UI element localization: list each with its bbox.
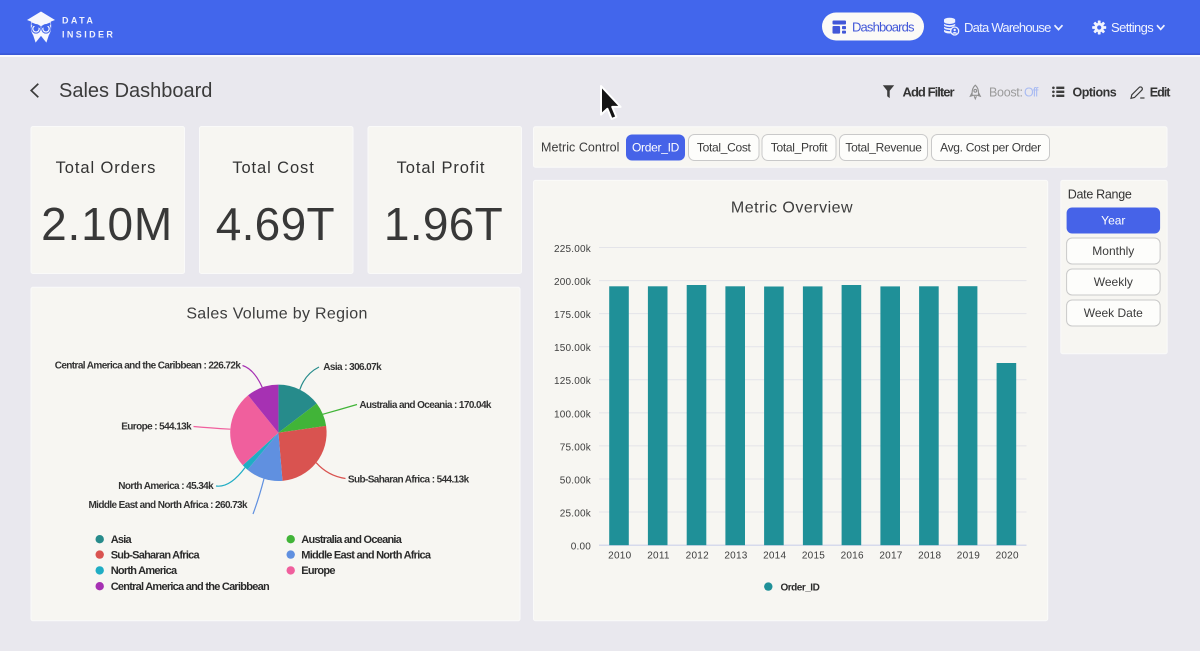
svg-text:INSIDER: INSIDER: [62, 30, 115, 40]
svg-text:Total_Revenue: Total_Revenue: [845, 141, 922, 155]
svg-text:175.00k: 175.00k: [554, 310, 592, 321]
svg-text:Off: Off: [1024, 86, 1039, 100]
svg-text:2019: 2019: [957, 551, 980, 562]
svg-text:2014: 2014: [763, 551, 786, 562]
svg-text:25.00k: 25.00k: [560, 508, 592, 519]
svg-text:Total_Cost: Total_Cost: [697, 141, 752, 155]
svg-text:Sub-Saharan Africa: Sub-Saharan Africa: [111, 549, 201, 561]
svg-text:Order_ID: Order_ID: [781, 582, 820, 593]
svg-text:Asia: Asia: [111, 534, 133, 546]
svg-text:0.00: 0.00: [571, 542, 592, 553]
svg-text:2018: 2018: [918, 551, 941, 562]
svg-text:Central America and the Caribb: Central America and the Caribbean: [111, 581, 270, 593]
svg-text:Asia : 306.07k: Asia : 306.07k: [323, 362, 382, 373]
svg-text:Edit: Edit: [1150, 86, 1171, 100]
svg-text:Total_Profit: Total_Profit: [771, 141, 828, 155]
svg-text:Settings: Settings: [1111, 20, 1154, 35]
svg-text:Europe : 544.13k: Europe : 544.13k: [121, 422, 192, 433]
svg-text:Middle East and North Africa :: Middle East and North Africa : 260.73k: [88, 500, 248, 511]
svg-text:1.96T: 1.96T: [384, 198, 503, 250]
svg-text:Monthly: Monthly: [1092, 244, 1134, 258]
svg-text:150.00k: 150.00k: [554, 343, 592, 354]
svg-text:North America : 45.34k: North America : 45.34k: [118, 481, 214, 492]
svg-text:100.00k: 100.00k: [554, 409, 592, 420]
svg-text:Avg. Cost per Order: Avg. Cost per Order: [940, 141, 1041, 155]
svg-text:Sub-Saharan Africa : 544.13k: Sub-Saharan Africa : 544.13k: [348, 475, 470, 486]
svg-text:Year: Year: [1101, 214, 1125, 228]
svg-text:2013: 2013: [724, 551, 747, 562]
svg-text:75.00k: 75.00k: [560, 442, 592, 453]
svg-text:2.10M: 2.10M: [41, 198, 173, 250]
svg-text:Order_ID: Order_ID: [632, 141, 680, 155]
svg-text:Boost:: Boost:: [989, 86, 1023, 100]
svg-text:Sales Dashboard: Sales Dashboard: [59, 80, 212, 102]
svg-text:Europe: Europe: [301, 565, 335, 577]
svg-text:200.00k: 200.00k: [554, 277, 592, 288]
svg-text:Metric Overview: Metric Overview: [731, 200, 853, 217]
svg-text:2011: 2011: [647, 551, 670, 562]
svg-text:Sales Volume by Region: Sales Volume by Region: [186, 306, 367, 323]
svg-text:Total Orders: Total Orders: [56, 159, 157, 177]
svg-text:DATA: DATA: [62, 16, 95, 26]
svg-text:Date Range: Date Range: [1068, 188, 1132, 202]
svg-text:Central America and the Caribb: Central America and the Caribbean : 226.…: [55, 361, 242, 372]
svg-text:Middle East and North Africa: Middle East and North Africa: [301, 549, 432, 561]
svg-text:2012: 2012: [686, 551, 709, 562]
svg-text:Options: Options: [1073, 86, 1117, 100]
svg-text:Dashboards: Dashboards: [852, 20, 915, 35]
svg-text:125.00k: 125.00k: [554, 376, 592, 387]
svg-text:Australia and Oceania : 170.04: Australia and Oceania : 170.04k: [359, 400, 492, 411]
svg-text:Data Warehouse: Data Warehouse: [964, 20, 1051, 35]
svg-text:Total Profit: Total Profit: [397, 159, 486, 177]
svg-text:2017: 2017: [879, 551, 902, 562]
svg-text:4.69T: 4.69T: [216, 198, 335, 250]
svg-text:Add Filter: Add Filter: [903, 85, 955, 100]
svg-text:2020: 2020: [996, 551, 1019, 562]
svg-text:Week Date: Week Date: [1084, 306, 1143, 320]
svg-text:North America: North America: [111, 565, 178, 577]
svg-text:225.00k: 225.00k: [554, 244, 592, 255]
svg-text:2015: 2015: [802, 551, 825, 562]
svg-text:2016: 2016: [841, 551, 864, 562]
svg-text:Australia and Oceania: Australia and Oceania: [301, 534, 402, 546]
svg-text:Total Cost: Total Cost: [232, 159, 314, 177]
svg-text:Metric Control: Metric Control: [541, 141, 620, 155]
svg-text:50.00k: 50.00k: [560, 475, 592, 486]
svg-text:2010: 2010: [608, 551, 631, 562]
svg-text:Weekly: Weekly: [1094, 275, 1133, 289]
